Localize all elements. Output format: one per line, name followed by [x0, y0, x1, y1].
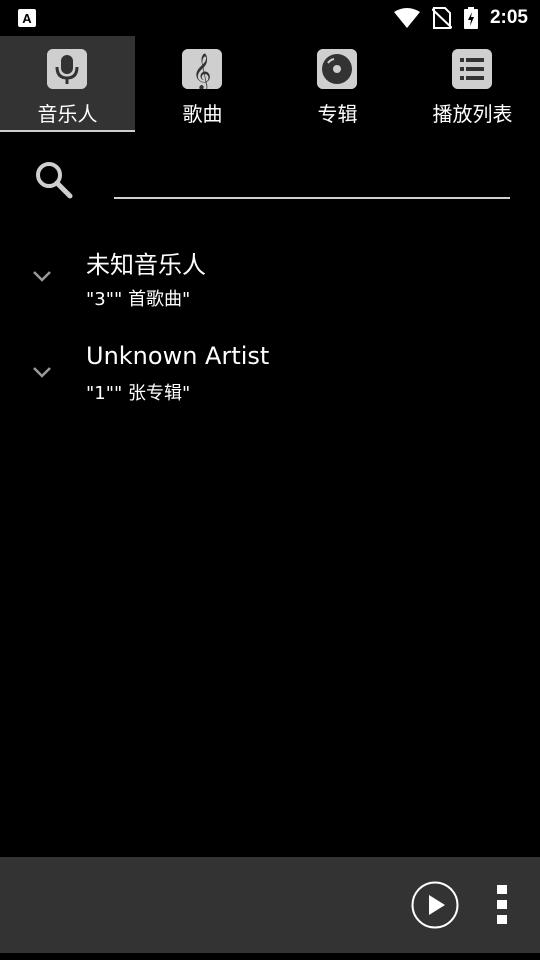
- search-input[interactable]: [114, 163, 510, 199]
- tab-playlists[interactable]: 播放列表: [405, 36, 540, 132]
- more-vert-icon[interactable]: [492, 883, 512, 927]
- status-time: 2:05: [489, 7, 528, 28]
- disc-icon: [317, 49, 357, 89]
- tab-artists[interactable]: 音乐人: [0, 36, 135, 132]
- microphone-icon: [47, 49, 87, 89]
- tab-bar: 音乐人 𝄞 歌曲 专辑 播放列表: [0, 36, 540, 132]
- svg-text:A: A: [22, 11, 32, 26]
- list-icon: [452, 49, 492, 89]
- tab-label: 歌曲: [182, 102, 223, 126]
- tab-label: 播放列表: [432, 102, 513, 126]
- play-icon[interactable]: [411, 881, 459, 929]
- item-title: Unknown Artist: [86, 342, 270, 370]
- item-subtitle: "3"" 首歌曲": [86, 289, 191, 310]
- tab-albums[interactable]: 专辑: [270, 36, 405, 132]
- tab-label: 音乐人: [37, 102, 98, 126]
- chevron-down-icon[interactable]: [30, 360, 54, 384]
- tab-label: 专辑: [317, 102, 358, 126]
- bottom-player-bar: [0, 857, 540, 953]
- chevron-down-icon[interactable]: [30, 264, 54, 288]
- no-sim-icon: [431, 7, 452, 29]
- status-bar: A 2:05: [0, 0, 540, 36]
- list-item[interactable]: Unknown Artist "1"" 张专辑": [0, 326, 540, 418]
- list-item[interactable]: 未知音乐人 "3"" 首歌曲": [0, 230, 540, 322]
- svg-text:𝄞: 𝄞: [193, 52, 212, 89]
- item-subtitle: "1"" 张专辑": [86, 383, 191, 404]
- tab-songs[interactable]: 𝄞 歌曲: [135, 36, 270, 132]
- search-icon[interactable]: [33, 159, 73, 199]
- a-notification-icon: A: [18, 9, 36, 27]
- item-title: 未知音乐人: [86, 251, 206, 279]
- battery-charging-icon: [463, 7, 478, 29]
- wifi-icon: [393, 8, 420, 28]
- music-note-icon: 𝄞: [182, 49, 222, 89]
